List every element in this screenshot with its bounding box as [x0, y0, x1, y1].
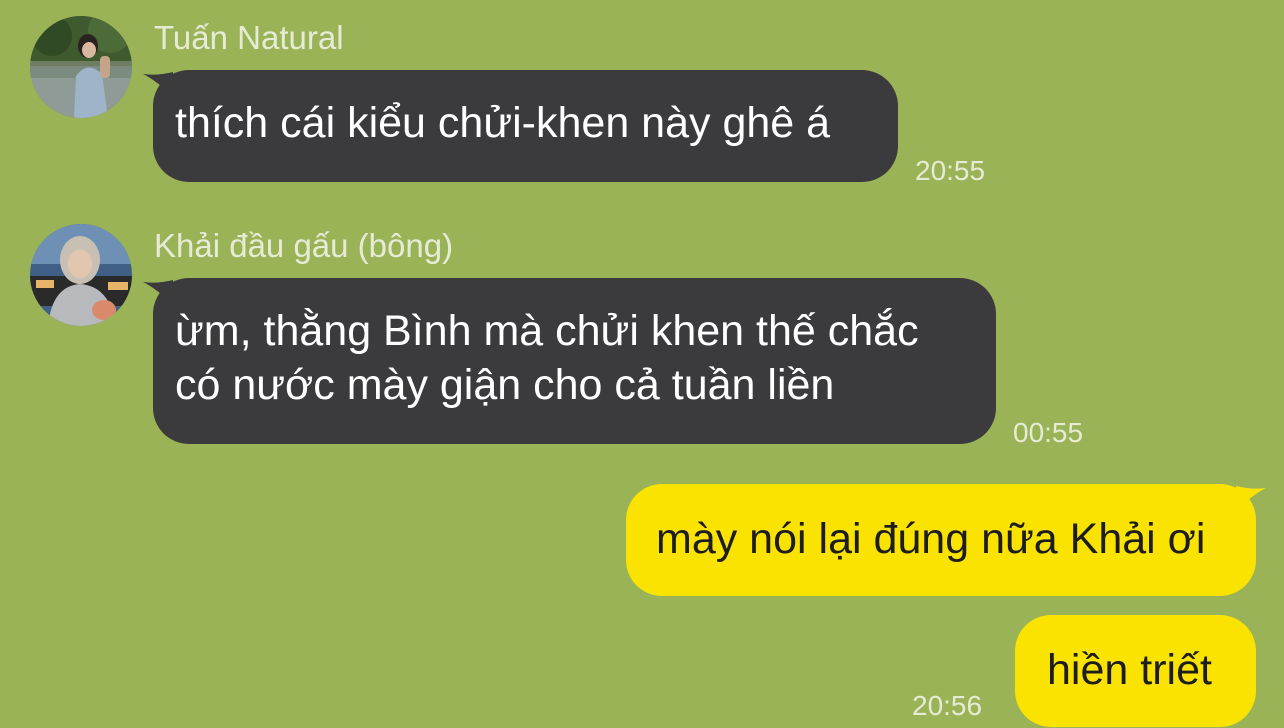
- message-text: hiền triết: [1047, 646, 1212, 694]
- bubble-tail: [143, 72, 173, 98]
- message-bubble[interactable]: thích cái kiểu chửi-khen này ghê á: [143, 70, 898, 182]
- avatar-tuan-natural[interactable]: [30, 16, 132, 118]
- message-text: thích cái kiểu chửi-khen này ghê á: [175, 99, 831, 147]
- sender-name: Tuấn Natural: [154, 19, 344, 56]
- bubble-tail: [1236, 486, 1266, 512]
- bubble-tail: [143, 280, 173, 306]
- message-timestamp: 00:55: [1013, 417, 1084, 448]
- sender-name: Khải đầu gấu (bông): [154, 227, 454, 264]
- user-photo-icon: [30, 16, 132, 118]
- message-bubble[interactable]: hiền triết: [1015, 615, 1256, 727]
- user-photo-icon: [30, 224, 132, 326]
- message-text-line: có nước mày giận cho cả tuần liền: [175, 361, 835, 409]
- message-bubble[interactable]: ừm, thằng Bình mà chửi khen thế chắc có …: [143, 278, 996, 444]
- avatar-khai-dau-gau[interactable]: [30, 224, 132, 326]
- message-text: mày nói lại đúng nữa Khải ơi: [656, 515, 1206, 563]
- message-timestamp: 20:55: [915, 155, 986, 186]
- message-text-line: ừm, thằng Bình mà chửi khen thế chắc: [175, 307, 919, 355]
- message-bubble[interactable]: mày nói lại đúng nữa Khải ơi: [626, 484, 1266, 596]
- message-timestamp: 20:56: [912, 690, 983, 721]
